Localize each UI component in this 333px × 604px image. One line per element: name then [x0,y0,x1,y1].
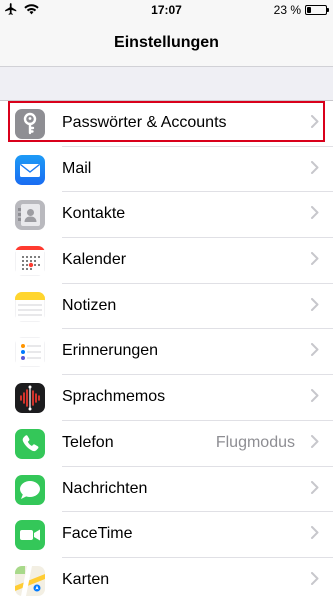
settings-row-value: Flugmodus [215,433,295,451]
settings-row-label: Kalender [62,251,127,269]
settings-row-label: Karten [62,570,110,588]
chevron-right-icon [311,480,319,499]
settings-row[interactable]: Passwörter & Accounts [0,101,333,147]
settings-row-label: Erinnerungen [62,342,159,360]
battery-fill [307,7,311,13]
chevron-right-icon [311,160,319,179]
maps-icon [15,565,45,596]
settings-row[interactable]: Sprachmemos [0,375,333,421]
settings-row[interactable]: Telefon Flugmodus [0,421,333,467]
settings-row[interactable]: Mail [0,147,333,193]
battery-percentage: 23 % [273,3,301,17]
chevron-right-icon [311,526,319,544]
settings-row-label: Telefon [62,433,114,451]
chevron-right-icon [311,252,319,270]
chevron-right-icon [311,434,319,453]
settings-row[interactable]: Kalender [0,238,333,284]
battery-icon [305,5,329,15]
settings-row-label: FaceTime [62,525,133,543]
page-title: Einstellungen [114,34,219,51]
chevron-right-icon [311,206,319,224]
voice-memos-icon [15,383,45,414]
phone-icon [15,428,45,459]
chevron-right-icon [311,115,319,133]
settings-row[interactable]: Nachrichten [0,467,333,513]
status-right: 23 % [273,3,329,17]
chevron-right-icon [311,571,319,590]
contacts-icon [15,200,45,231]
messages-icon [15,474,45,505]
settings-row-label: Notizen [62,296,117,314]
settings-row-label: Sprachmemos [62,388,166,406]
settings-row-label: Nachrichten [62,479,148,497]
settings-row[interactable]: Erinnerungen [0,329,333,376]
key-icon [15,109,45,139]
chevron-right-icon [311,343,319,361]
reminders-icon [15,337,45,368]
settings-row-label: Passwörter & Accounts [62,114,227,131]
settings-row[interactable]: Kontakte [0,192,333,239]
facetime-icon [15,520,45,551]
status-bar: 17:07 23 % [0,0,333,22]
notes-icon [15,291,45,322]
settings-row[interactable]: Notizen [0,284,333,330]
settings-row[interactable]: FaceTime [0,512,333,558]
calendar-icon [15,246,45,277]
navigation-bar: Einstellungen [0,22,333,67]
chevron-right-icon [311,297,319,316]
settings-row[interactable]: Karten [0,558,333,604]
settings-list: Passwörter & Accounts Mail Kontakte Kalende… [0,100,333,604]
chevron-right-icon [311,389,319,407]
settings-row-label: Kontakte [62,205,126,223]
settings-row-label: Mail [62,159,92,177]
mail-icon [15,154,45,185]
